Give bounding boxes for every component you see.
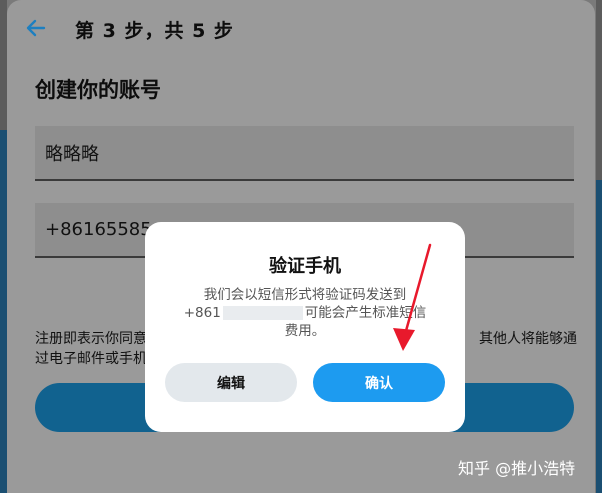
name-field[interactable] [35,126,574,181]
dialog-title: 验证手机 [269,256,341,277]
page-title: 创建你的账号 [35,78,161,102]
terms-line1-left: 注册即表示你同意 [35,331,147,347]
name-input[interactable] [35,126,574,179]
dialog-message-line3: 费用。 [284,323,326,339]
background-edge-left [0,0,7,493]
redacted-phone-mask [222,306,303,320]
dialog-message-line2-suffix: 可能会产生标准短信 [304,305,427,321]
dialog-message-line1: 我们会以短信形式将验证码发送到 [203,287,407,303]
edit-button[interactable]: 编辑 [165,363,297,402]
dialog-message-line2: +861 可能会产生标准短信 [167,304,443,322]
verify-phone-dialog: 验证手机 我们会以短信形式将验证码发送到 +861 可能会产生标准短信 费用。 编… [145,222,465,432]
watermark-text: 知乎 @推小浩特 [458,459,576,478]
terms-line2-left: 过电子邮件或手机 [35,351,147,367]
back-arrow-icon[interactable] [25,17,47,39]
step-indicator: 第 3 步，共 5 步 [75,20,234,42]
dialog-phone-prefix: +861 [183,305,221,321]
background-edge-right [596,0,602,493]
terms-line1-right: 其他人将能够通 [479,331,577,347]
dialog-message: 我们会以短信形式将验证码发送到 +861 可能会产生标准短信 费用。 [167,286,443,340]
confirm-button[interactable]: 确认 [313,363,445,402]
